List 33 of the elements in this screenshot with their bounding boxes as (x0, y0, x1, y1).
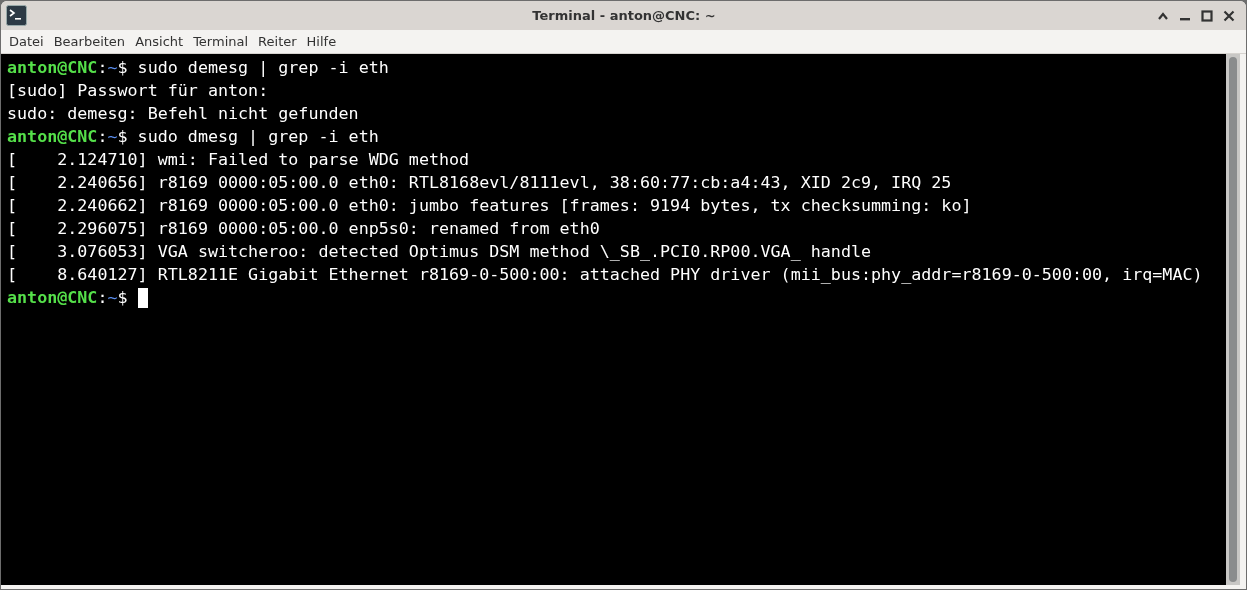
terminal-output-line: [sudo] Passwort für anton: (7, 79, 269, 102)
terminal-app-icon (6, 5, 27, 26)
menu-item[interactable]: Bearbeiten (48, 31, 131, 52)
prompt-separator: : (97, 286, 108, 309)
prompt-path: ~ (107, 56, 118, 79)
prompt-symbol: $ (117, 286, 128, 309)
terminal-output-line: sudo: demesg: Befehl nicht gefunden (7, 102, 359, 125)
prompt-user-host: anton@CNC (7, 125, 98, 148)
prompt-symbol: $ (117, 125, 128, 148)
terminal-output-line: [ 3.076053] VGA switcheroo: detected Optimus DSM method \_SB_.PCI0.RP00.VGA_ handle (7, 240, 872, 263)
terminal-command: sudo demesg | grep -i eth (136, 56, 389, 79)
roll-up-icon[interactable] (1157, 10, 1169, 21)
menu-item[interactable]: Hilfe (301, 31, 342, 52)
prompt-user-host: anton@CNC (7, 286, 98, 309)
prompt-path: ~ (107, 286, 118, 309)
menu-item[interactable]: Datei (4, 31, 49, 52)
terminal-output-line: [ 2.296075] r8169 0000:05:00.0 enp5s0: renamed from eth0 (7, 217, 600, 240)
terminal-output-line: [ 8.640127] RTL8211E Gigabit Ethernet r8169-0-500:00: attached PHY driver (mii_bus:phy_addr=r8169-0-500:00, irq=MAC) (7, 263, 1203, 286)
prompt-symbol: $ (117, 56, 128, 79)
prompt-user-host: anton@CNC (7, 56, 98, 79)
terminal-command: sudo dmesg | grep -i eth (136, 125, 379, 148)
terminal-output-line: [ 2.240656] r8169 0000:05:00.0 eth0: RTL8168evl/8111evl, 38:60:77:cb:a4:43, XID 2c9, IRQ 25 (7, 171, 952, 194)
terminal-output-line: [ 2.124710] wmi: Failed to parse WDG method (7, 148, 470, 171)
close-icon[interactable] (1223, 9, 1235, 22)
terminal-output-line: [ 2.240662] r8169 0000:05:00.0 eth0: jumbo features [frames: 9194 bytes, tx checksumming: ko] (7, 194, 972, 217)
prompt-path: ~ (107, 125, 118, 148)
prompt-separator: : (97, 56, 108, 79)
window-title: Terminal - anton@CNC: ~ (531, 6, 717, 25)
menu-item[interactable]: Terminal (188, 31, 254, 52)
menu-item[interactable]: Ansicht (130, 31, 189, 52)
maximize-icon[interactable] (1201, 9, 1213, 22)
menu-item[interactable]: Reiter (253, 31, 302, 52)
prompt-separator: : (97, 125, 108, 148)
